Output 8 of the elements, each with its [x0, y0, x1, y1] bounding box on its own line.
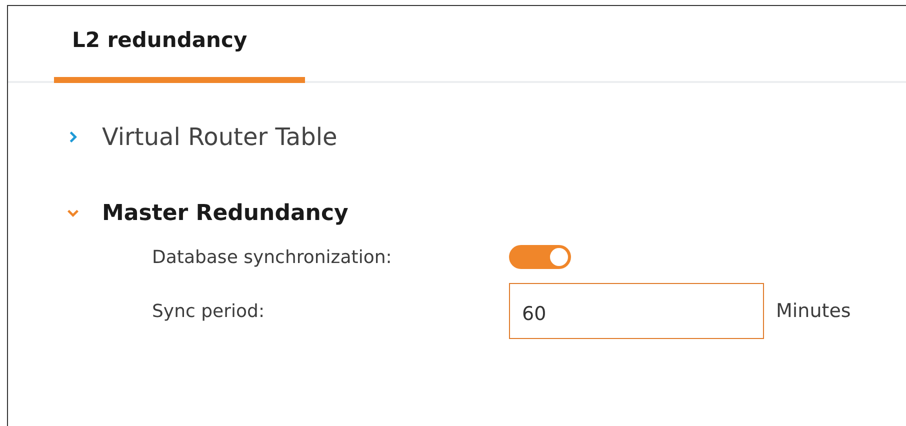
- section-title[interactable]: Virtual Router Table: [102, 123, 338, 151]
- input-field[interactable]: 60: [509, 283, 764, 339]
- section-title[interactable]: Master Redundancy: [102, 200, 348, 226]
- field-label: Database synchronization:: [152, 246, 393, 268]
- unit-label: Minutes: [776, 300, 851, 322]
- tab[interactable]: L2 redundancy: [54, 6, 305, 83]
- toggle-switch[interactable]: [509, 245, 571, 269]
- field-label: Sync period:: [152, 300, 266, 322]
